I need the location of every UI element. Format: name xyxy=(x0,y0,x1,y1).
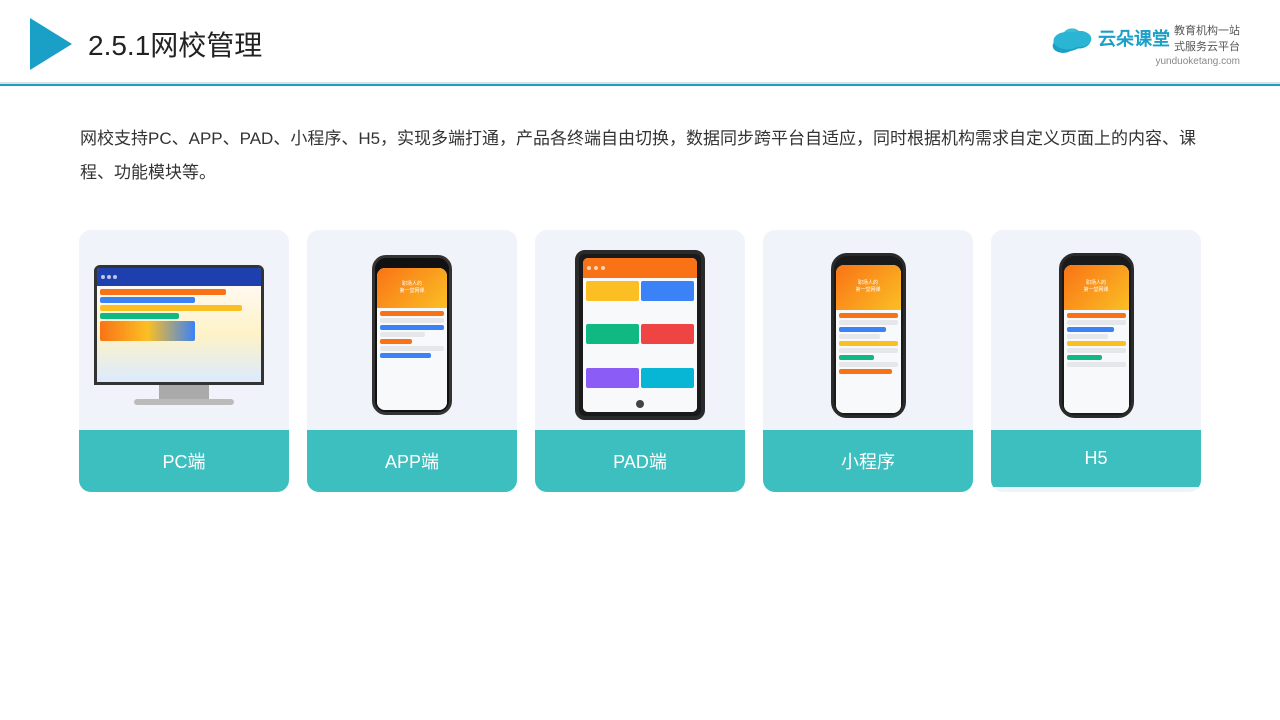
pad-mockup xyxy=(575,250,705,420)
phone-body xyxy=(377,308,447,410)
phone-banner: 职场人的第一堂网课 xyxy=(377,268,447,308)
monitor-screen-frame xyxy=(94,265,264,385)
card-app-image: 职场人的第一堂网课 xyxy=(307,230,517,430)
phone-tall-body xyxy=(836,310,901,413)
card-miniprogram-image: 职场人的第一堂网课 xyxy=(763,230,973,430)
monitor-content xyxy=(97,286,261,382)
pad-screen xyxy=(583,258,697,412)
play-icon xyxy=(30,18,72,70)
card-app: 职场人的第一堂网课 APP端 xyxy=(307,230,517,492)
pad-header xyxy=(583,258,697,278)
monitor-display xyxy=(97,268,261,382)
monitor-top-bar xyxy=(97,268,261,286)
phone-tall-notch xyxy=(854,256,882,263)
cloud-icon xyxy=(1050,23,1094,53)
phone-screen: 职场人的第一堂网课 xyxy=(377,268,447,410)
card-pad-image xyxy=(535,230,745,430)
title-prefix: 2.5.1 xyxy=(88,30,150,61)
phone-tall-notch-h5 xyxy=(1082,256,1110,263)
card-miniprogram-label: 小程序 xyxy=(763,430,973,492)
header-left: 2.5.1网校管理 xyxy=(30,18,262,70)
pad-body xyxy=(583,278,697,412)
cards-container: PC端 职场人的第一堂网课 xyxy=(0,210,1280,532)
phone-notch xyxy=(397,258,427,266)
card-pad: PAD端 xyxy=(535,230,745,492)
phone-tall-banner-text-h5: 职场人的第一堂网课 xyxy=(1083,280,1108,295)
card-h5: 职场人的第一堂网课 H5 xyxy=(991,230,1201,492)
card-pad-label: PAD端 xyxy=(535,430,745,492)
card-pc-image xyxy=(79,230,289,430)
logo-tagline: 教育机构一站 式服务云平台 xyxy=(1174,22,1240,54)
card-pc-label: PC端 xyxy=(79,430,289,492)
phone-tall-banner-text: 职场人的第一堂网课 xyxy=(855,280,880,295)
phone-tall-banner: 职场人的第一堂网课 xyxy=(836,265,901,310)
phone-tall-banner-h5: 职场人的第一堂网课 xyxy=(1064,265,1129,310)
card-miniprogram: 职场人的第一堂网课 小程序 xyxy=(763,230,973,492)
title-main: 网校管理 xyxy=(150,30,262,61)
desktop-mockup xyxy=(94,265,274,405)
pad-home-button xyxy=(636,400,644,408)
card-h5-image: 职场人的第一堂网课 xyxy=(991,230,1201,430)
page-title: 2.5.1网校管理 xyxy=(88,24,262,64)
phone-mockup-app: 职场人的第一堂网课 xyxy=(372,255,452,415)
phone-tall-body-h5 xyxy=(1064,310,1129,413)
description-text: 网校支持PC、APP、PAD、小程序、H5，实现多端打通，产品各终端自由切换，数… xyxy=(0,86,1280,210)
card-app-label: APP端 xyxy=(307,430,517,492)
card-pc: PC端 xyxy=(79,230,289,492)
logo-en-text: yunduoketang.com xyxy=(1155,56,1240,67)
phone-tall-miniprogram: 职场人的第一堂网课 xyxy=(831,253,906,418)
logo-inner: 云朵课堂 教育机构一站 式服务云平台 xyxy=(1050,22,1240,54)
phone-banner-text: 职场人的第一堂网课 xyxy=(399,281,424,295)
card-h5-label: H5 xyxy=(991,430,1201,487)
monitor-base xyxy=(134,399,234,405)
phone-tall-screen-h5: 职场人的第一堂网课 xyxy=(1064,265,1129,413)
header: 2.5.1网校管理 云朵课堂 教育机构一站 式服务云平台 yunduoketan… xyxy=(0,0,1280,84)
logo-cn-text: 云朵课堂 xyxy=(1098,25,1170,51)
monitor-stand xyxy=(159,385,209,399)
phone-tall-h5: 职场人的第一堂网课 xyxy=(1059,253,1134,418)
brand-logo: 云朵课堂 教育机构一站 式服务云平台 yunduoketang.com xyxy=(1050,22,1240,67)
phone-tall-screen: 职场人的第一堂网课 xyxy=(836,265,901,413)
